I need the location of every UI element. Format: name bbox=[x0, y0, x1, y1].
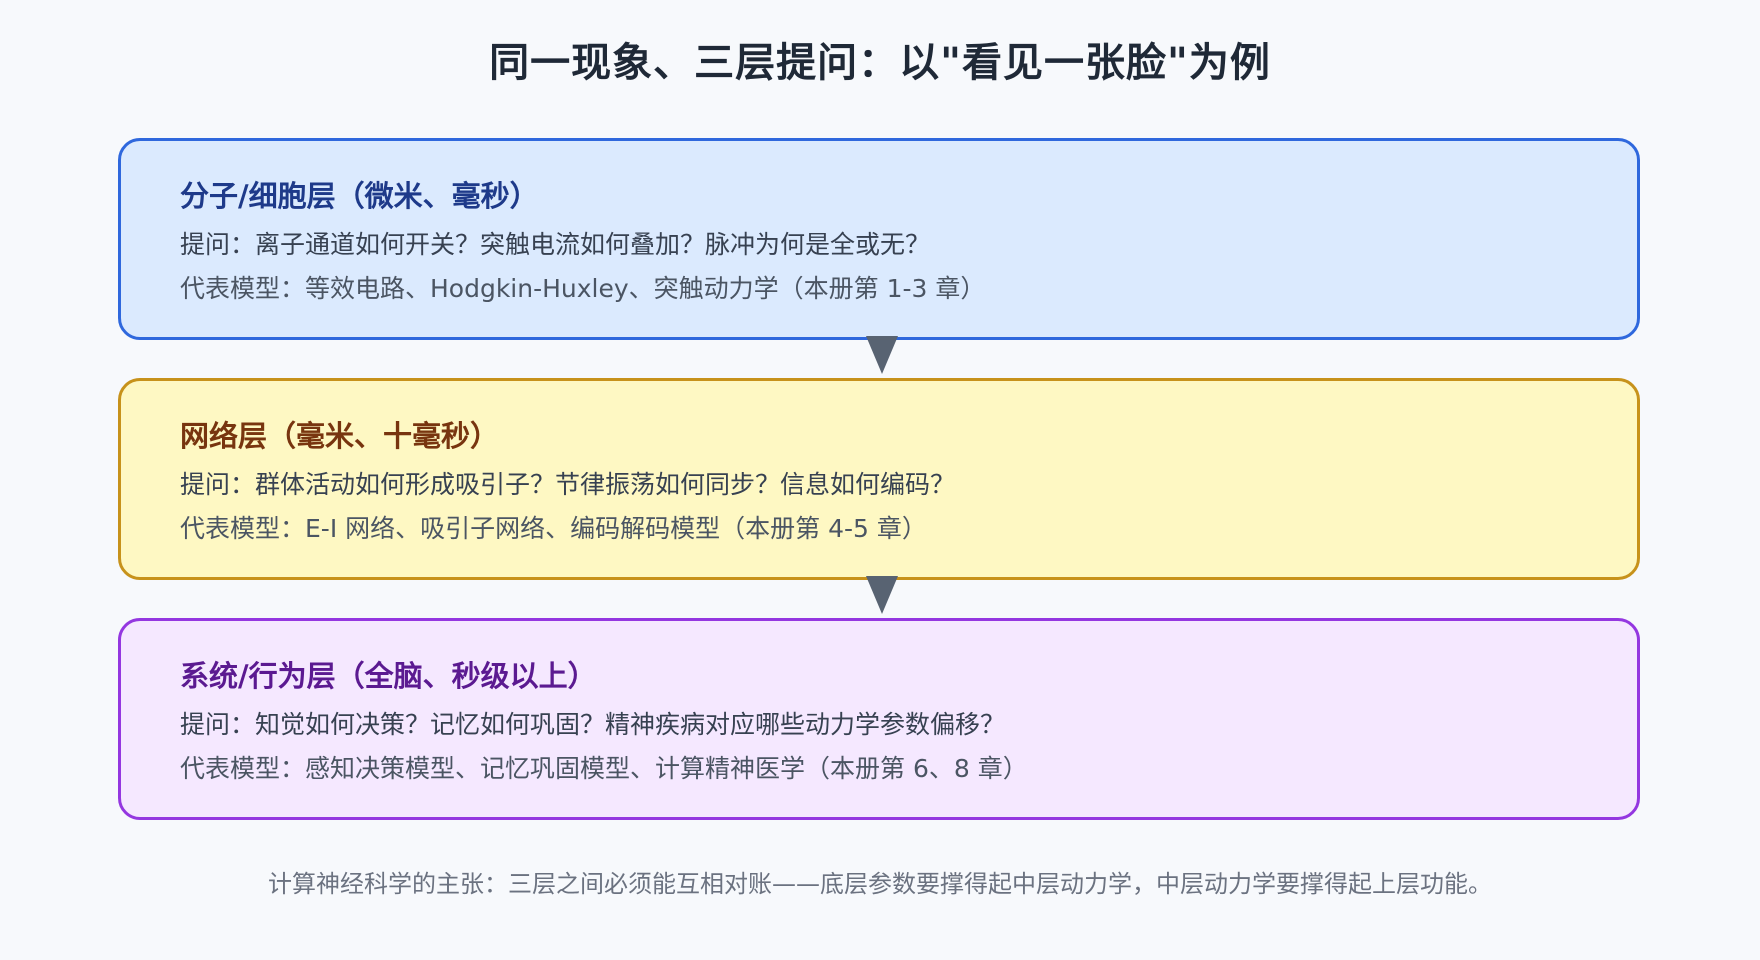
layer-question: 提问：知觉如何决策？记忆如何巩固？精神疾病对应哪些动力学参数偏移？ bbox=[180, 709, 1006, 739]
layer-heading: 网络层（毫米、十毫秒） bbox=[180, 419, 500, 453]
layer-question: 提问：群体活动如何形成吸引子？节律振荡如何同步？信息如何编码？ bbox=[180, 469, 956, 499]
layer-molecular-cellular: 分子/细胞层（微米、毫秒） 提问：离子通道如何开关？突触电流如何叠加？脉冲为何是… bbox=[118, 138, 1640, 340]
layer-heading: 分子/细胞层（微米、毫秒） bbox=[180, 179, 539, 213]
diagram-title: 同一现象、三层提问：以"看见一张脸"为例 bbox=[489, 40, 1271, 86]
down-arrow-icon bbox=[866, 336, 898, 374]
layer-models: 代表模型：E-I 网络、吸引子网络、编码解码模型（本册第 4-5 章） bbox=[180, 513, 927, 543]
layer-question: 提问：离子通道如何开关？突触电流如何叠加？脉冲为何是全或无？ bbox=[180, 229, 931, 259]
down-arrow-icon bbox=[866, 576, 898, 614]
layer-system-behavior: 系统/行为层（全脑、秒级以上） 提问：知觉如何决策？记忆如何巩固？精神疾病对应哪… bbox=[118, 618, 1640, 820]
footer-note: 计算神经科学的主张：三层之间必须能互相对账——底层参数要撑得起中层动力学，中层动… bbox=[268, 870, 1492, 898]
layer-models: 代表模型：感知决策模型、记忆巩固模型、计算精神医学（本册第 6、8 章） bbox=[180, 753, 1028, 783]
layer-models: 代表模型：等效电路、Hodgkin-Huxley、突触动力学（本册第 1-3 章… bbox=[180, 273, 986, 303]
layer-heading: 系统/行为层（全脑、秒级以上） bbox=[180, 659, 597, 693]
layer-network: 网络层（毫米、十毫秒） 提问：群体活动如何形成吸引子？节律振荡如何同步？信息如何… bbox=[118, 378, 1640, 580]
